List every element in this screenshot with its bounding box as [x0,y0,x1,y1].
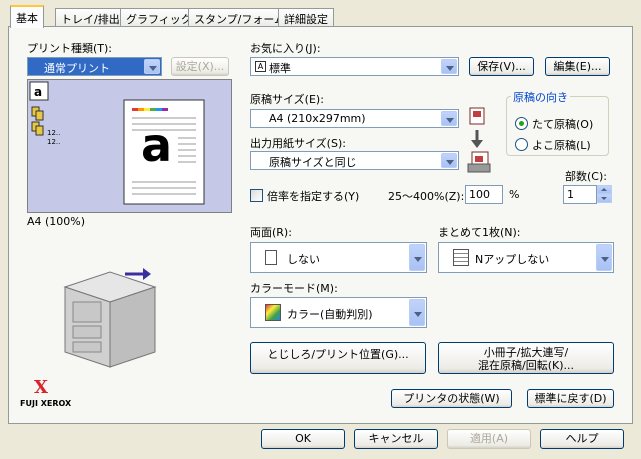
printer-illustration [63,268,157,368]
chevron-down-icon [441,111,457,126]
nup-label: 12.. [47,138,61,146]
copies-label: 部数(C): [565,170,607,183]
booklet-button[interactable]: 小冊子/拡大連写/ 混在原稿/回転(K)... [438,342,614,374]
chevron-down-icon [596,244,612,271]
ok-button[interactable]: OK [261,429,345,449]
scale-range-label: 25～400%(Z): [388,190,465,203]
chevron-down-icon [441,153,457,168]
color-mode-select[interactable]: カラー(自動判別) [250,297,427,328]
booklet-line-2: 混在原稿/回転(K)... [478,359,574,372]
help-button[interactable]: ヘルプ [540,429,624,449]
orientation-title: 原稿の向き [511,89,570,105]
chevron-down-icon [144,59,160,74]
landscape-radio[interactable] [515,138,528,151]
portrait-label[interactable]: たて原稿(O) [532,116,593,132]
scale-label[interactable]: 倍率を指定する(Y) [267,188,359,204]
svg-text:a: a [34,85,42,99]
scale-checkbox[interactable] [250,189,263,202]
spin-up-icon[interactable] [597,185,612,194]
nup-label-title: まとめて1枚(N): [438,226,521,239]
chevron-down-icon [409,244,425,271]
print-type-select[interactable]: 通常プリント [27,57,162,76]
printer-status-button[interactable]: プリンタの状態(W) [391,389,512,408]
apply-button[interactable]: 適用(A) [447,429,531,449]
favorites-select[interactable]: A 標準 [250,57,459,76]
copies-input[interactable]: 1 [563,185,597,204]
preview-area: a a 12.. 12.. [27,79,232,213]
color-icon [265,304,281,321]
tab-advanced[interactable]: 詳細設定 [278,8,334,27]
tab-tray-output[interactable]: トレイ/排出 [55,8,126,27]
duplex-label: 両面(R): [250,226,292,239]
tab-stamp-form[interactable]: スタンプ/フォーム [188,8,292,27]
output-size-label: 出力用紙サイズ(S): [250,137,346,150]
original-size-label: 原稿サイズ(E): [250,93,324,106]
spin-down-icon[interactable] [597,194,612,203]
print-type-settings-button[interactable]: 設定(X)... [171,57,229,76]
favorites-label: お気に入り(J): [250,42,321,55]
nup-select[interactable]: Nアップしない [438,242,614,273]
output-size-select[interactable]: 原稿サイズと同じ [250,151,459,170]
chevron-down-icon [409,299,425,326]
restore-defaults-button[interactable]: 標準に戻す(D) [527,389,614,408]
nup-icon [453,249,469,266]
booklet-line-1: 小冊子/拡大連写/ [483,346,569,359]
scale-input[interactable]: 100 [465,185,503,204]
size-conversion-icon [467,107,491,173]
preview-glyph: a [141,118,173,172]
single-sided-icon [265,250,277,265]
save-favorites-button[interactable]: 保存(V)... [469,57,534,76]
color-mode-label: カラーモード(M): [250,282,338,295]
binding-position-button[interactable]: とじしろ/プリント位置(G)... [250,342,426,374]
edit-favorites-button[interactable]: 編集(E)... [545,57,610,76]
preview-graphic: a [29,81,205,205]
tab-basic[interactable]: 基本 [10,5,44,28]
paper-caption: A4 (100%) [27,215,86,228]
landscape-label[interactable]: よこ原稿(L) [532,137,591,153]
copies-spinner[interactable] [597,185,612,204]
print-type-label: プリント種類(T): [27,42,113,55]
portrait-radio[interactable] [515,117,528,130]
chevron-down-icon [441,59,457,74]
xerox-logo-mark: X [34,377,48,398]
original-size-select[interactable]: A4 (210x297mm) [250,109,459,128]
scale-unit: % [509,188,520,201]
cancel-button[interactable]: キャンセル [354,429,438,449]
duplex-select[interactable]: しない [250,242,427,273]
document-icon: A [255,61,266,72]
nup-label: 12.. [47,129,61,137]
xerox-logo-text: FUJI XEROX [20,399,72,408]
